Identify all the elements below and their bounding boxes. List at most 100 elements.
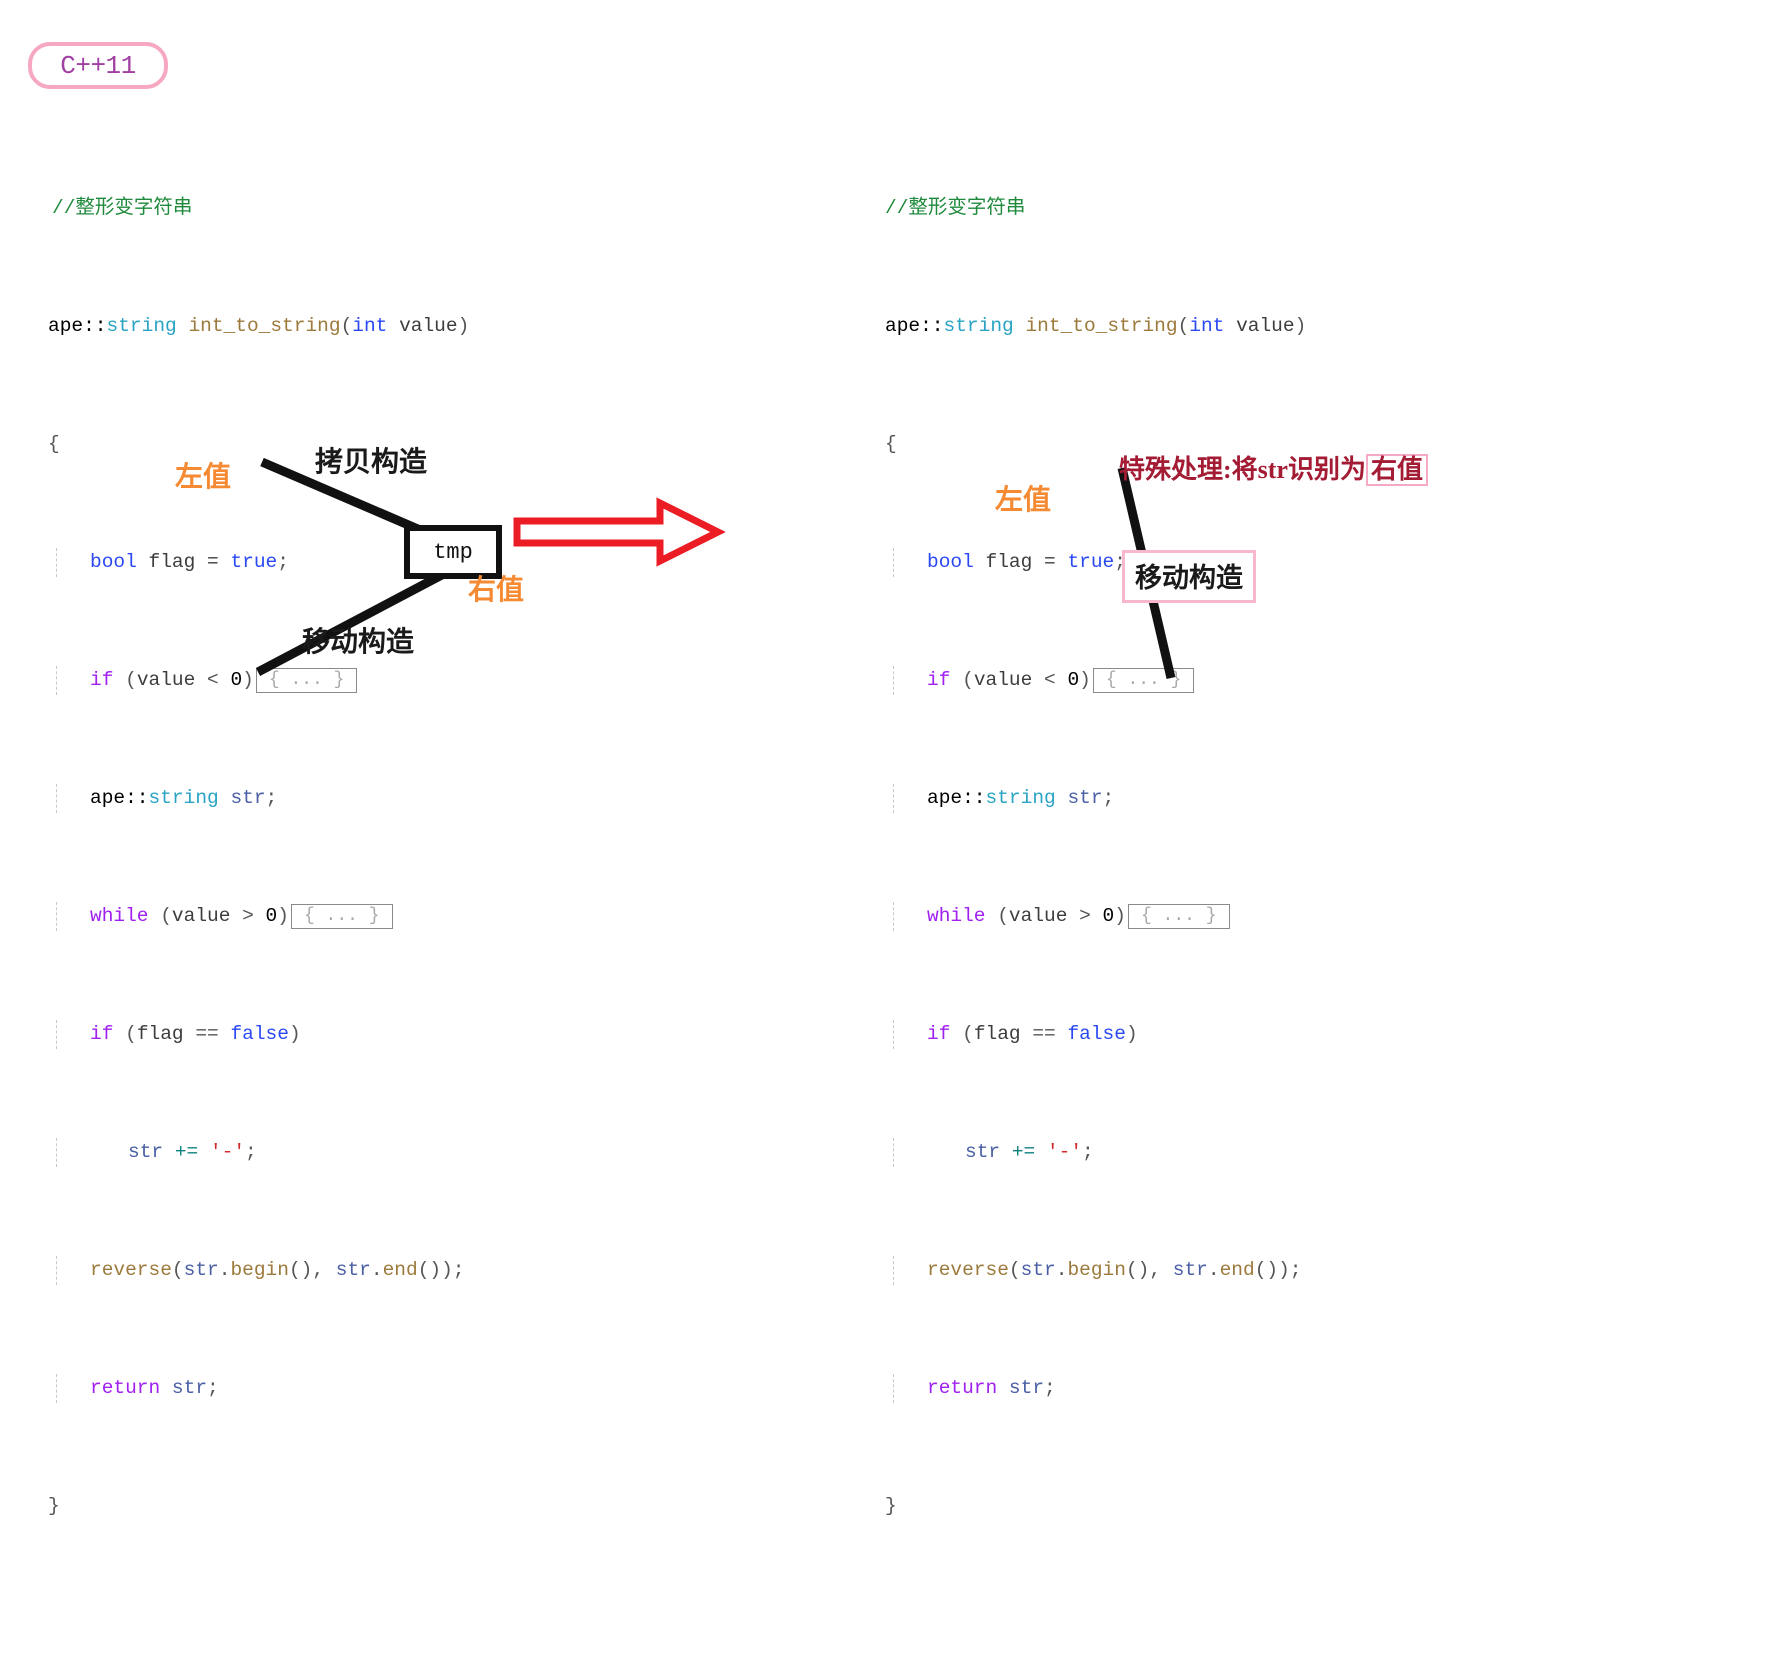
token-var: str <box>1008 1376 1045 1399</box>
token-var: value <box>1008 904 1068 927</box>
special-handling-note: 特殊处理:将str识别为 右值 <box>1119 449 1428 486</box>
token-keyword: if <box>927 668 951 691</box>
token-namespace: ape <box>90 786 126 809</box>
token-var: str <box>1020 1258 1056 1281</box>
rvalue-label-left: 右值 <box>468 575 525 606</box>
move-construct-label-left: 移动构造 <box>302 627 415 658</box>
token-var: str <box>1172 1258 1208 1281</box>
token-literal: false <box>230 1022 289 1045</box>
token-literal: false <box>1067 1022 1126 1045</box>
token-keyword: while <box>927 904 986 927</box>
move-construct-label-right: 移动构造 <box>1122 550 1256 603</box>
code-line: if (value < 0){ ... } <box>30 665 493 695</box>
code-comment: //整形变字符串 <box>885 196 1026 219</box>
token-function: reverse <box>927 1258 1009 1281</box>
code-line: ape::string str; <box>30 783 493 813</box>
token-scope: :: <box>125 786 149 809</box>
token-class: string <box>943 314 1014 337</box>
token-class: string <box>106 314 177 337</box>
collapsed-block[interactable]: { ... } <box>1127 903 1230 929</box>
token-function: end <box>1219 1258 1255 1281</box>
token-number: 0 <box>1067 668 1080 691</box>
token-close-brace: } <box>48 1494 60 1517</box>
token-close-brace: } <box>885 1494 897 1517</box>
code-line: if (flag == false) <box>885 1019 1348 1049</box>
code-line: ape::string int_to_string(int value) <box>48 314 470 337</box>
rvalue-highlight: 右值 <box>1365 454 1428 486</box>
lvalue-label-left: 左值 <box>175 462 232 493</box>
code-line: while (value > 0){ ... } <box>885 901 1348 931</box>
code-line: str += '-'; <box>885 1137 1348 1167</box>
token-namespace: ape <box>885 314 921 337</box>
tmp-box-label: tmp <box>433 539 473 565</box>
token-function: int_to_string <box>188 314 341 337</box>
token-number: 0 <box>230 668 243 691</box>
token-var: str <box>230 786 266 809</box>
token-var: str <box>128 1140 164 1163</box>
code-line: return str; <box>30 1373 493 1403</box>
token-keyword: return <box>90 1376 161 1399</box>
token-var: str <box>965 1140 1001 1163</box>
token-function: end <box>382 1258 418 1281</box>
token-param: value <box>399 314 458 337</box>
code-block-right: //整形变字符串 ape::string int_to_string(int v… <box>885 105 1348 1670</box>
lvalue-label-right: 左值 <box>995 485 1052 516</box>
code-line: bool flag = true; <box>885 547 1348 577</box>
token-var: flag <box>148 550 196 573</box>
cpp11-badge-label: C++11 <box>60 50 136 81</box>
token-keyword: if <box>90 668 114 691</box>
token-string: '-' <box>1046 1140 1083 1163</box>
cpp11-badge: C++11 <box>28 42 168 89</box>
transition-arrow <box>513 497 726 567</box>
token-literal: true <box>1067 550 1115 573</box>
code-line: while (value > 0){ ... } <box>30 901 493 931</box>
slide-canvas: C++11 //整形变字符串 ape::string int_to_string… <box>0 0 1774 1517</box>
token-param: value <box>1236 314 1295 337</box>
code-comment: //整形变字符串 <box>52 196 193 219</box>
token-var: value <box>136 668 196 691</box>
token-string: '-' <box>209 1140 246 1163</box>
token-scope: :: <box>962 786 986 809</box>
token-keyword: while <box>90 904 149 927</box>
code-block-left: //整形变字符串 ape::string int_to_string(int v… <box>30 105 493 1670</box>
token-var: str <box>171 1376 208 1399</box>
token-var: flag <box>973 1022 1021 1045</box>
code-line: str += '-'; <box>30 1137 493 1167</box>
token-literal: true <box>230 550 278 573</box>
token-type: bool <box>927 550 974 573</box>
token-type: bool <box>90 550 137 573</box>
code-line: ape::string str; <box>885 783 1348 813</box>
code-line: reverse(str.begin(), str.end()); <box>885 1255 1348 1285</box>
token-scope: :: <box>920 314 944 337</box>
code-line: if (value < 0){ ... } <box>885 665 1348 695</box>
token-namespace: ape <box>927 786 963 809</box>
code-line: } <box>30 1492 493 1522</box>
special-handling-text: 特殊处理:将str识别为 <box>1119 455 1366 484</box>
token-var: str <box>335 1258 371 1281</box>
code-line: ape::string int_to_string(int value) <box>885 314 1307 337</box>
token-number: 0 <box>265 904 278 927</box>
token-function: int_to_string <box>1025 314 1178 337</box>
collapsed-block[interactable]: { ... } <box>255 667 358 693</box>
token-var: flag <box>136 1022 184 1045</box>
token-function: begin <box>230 1258 289 1281</box>
copy-construct-label: 拷贝构造 <box>315 447 428 478</box>
code-line: return str; <box>885 1373 1348 1403</box>
token-keyword: return <box>927 1376 998 1399</box>
token-class: string <box>985 786 1056 809</box>
token-keyword: if <box>90 1022 114 1045</box>
collapsed-block[interactable]: { ... } <box>1092 667 1195 693</box>
token-type: int <box>352 314 388 337</box>
token-namespace: ape <box>48 314 84 337</box>
token-class: string <box>148 786 219 809</box>
token-var: value <box>973 668 1033 691</box>
token-scope: :: <box>83 314 107 337</box>
collapsed-block[interactable]: { ... } <box>290 903 393 929</box>
code-line: if (flag == false) <box>30 1019 493 1049</box>
token-var: str <box>1067 786 1103 809</box>
code-line: } <box>885 1492 1348 1522</box>
token-var: str <box>183 1258 219 1281</box>
code-line: //整形变字符串 <box>30 194 493 224</box>
token-number: 0 <box>1102 904 1115 927</box>
token-open-brace: { <box>885 432 897 455</box>
